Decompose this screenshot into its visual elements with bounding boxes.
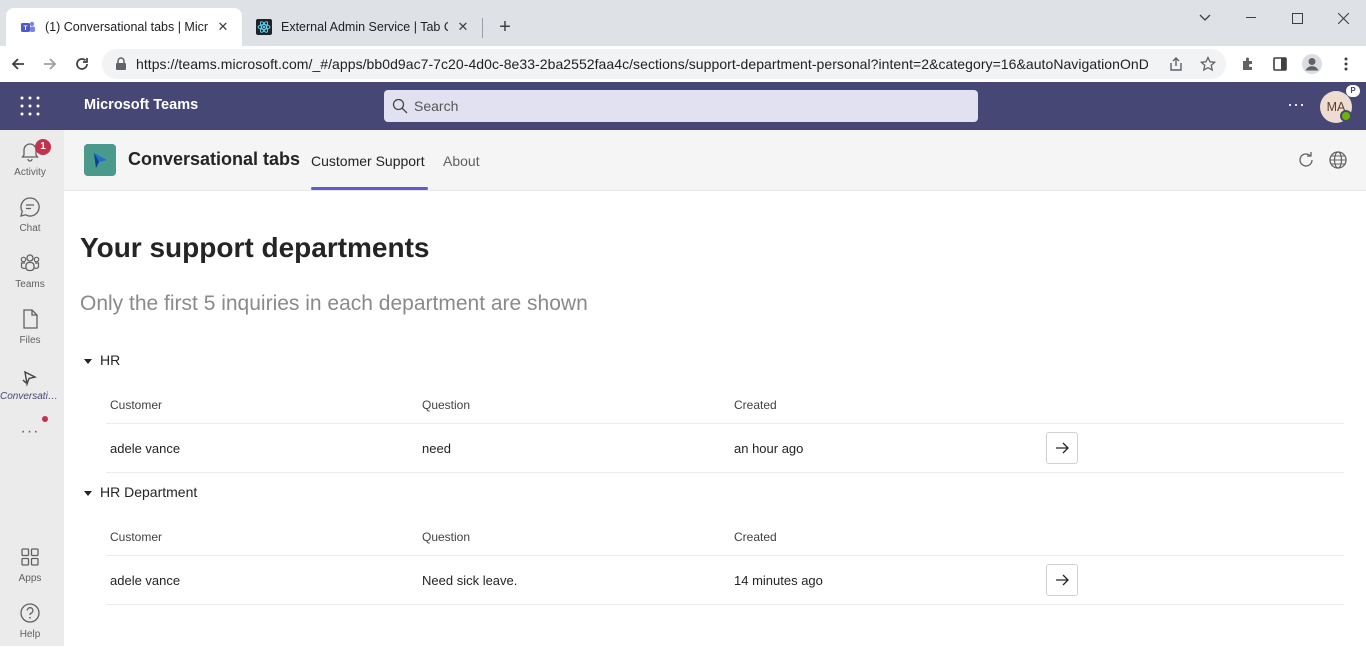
cell-customer: adele vance xyxy=(110,441,181,456)
refresh-icon[interactable] xyxy=(1296,150,1316,170)
svg-text:T: T xyxy=(24,25,28,32)
address-bar[interactable]: https://teams.microsoft.com/_#/apps/bb0d… xyxy=(102,49,1226,79)
notification-dot xyxy=(42,416,48,422)
search-box[interactable] xyxy=(384,90,978,122)
rail-item-label: Chat xyxy=(19,223,41,234)
department-name: HR Department xyxy=(100,484,198,500)
table-row[interactable]: adele vance need an hour ago xyxy=(106,425,1344,473)
table-header: Customer Question Created xyxy=(106,394,1344,424)
app-logo-icon xyxy=(84,144,116,176)
url-text: https://teams.microsoft.com/_#/apps/bb0d… xyxy=(136,56,1148,72)
more-options-icon[interactable]: ··· xyxy=(1284,94,1308,118)
rail-item-chat[interactable]: Chat xyxy=(0,190,60,242)
browser-toolbar: https://teams.microsoft.com/_#/apps/bb0d… xyxy=(0,46,1366,82)
cell-created: an hour ago xyxy=(734,441,804,456)
rail-item-label: Apps xyxy=(18,573,42,584)
browser-tab-title: (1) Conversational tabs | Microsoft Team… xyxy=(45,20,208,34)
page-subtitle: Only the first 5 inquiries in each depar… xyxy=(80,292,588,315)
file-icon xyxy=(23,309,38,329)
teams-favicon-icon: T xyxy=(21,21,35,32)
more-apps-icon[interactable]: ··· xyxy=(18,424,42,442)
column-header-customer: Customer xyxy=(110,530,163,544)
help-icon xyxy=(20,603,40,623)
column-header-customer: Customer xyxy=(110,398,163,412)
page-title: Your support departments xyxy=(80,232,430,263)
activity-count-badge: 1 xyxy=(35,139,51,155)
cell-created: 14 minutes ago xyxy=(734,573,823,588)
rail-item-label: Activity xyxy=(14,167,46,178)
browser-tab-admin-service[interactable]: External Admin Service | Tab Conversatio… xyxy=(242,8,482,46)
tab-customer-support[interactable]: Customer Support xyxy=(311,153,425,169)
presence-available-icon xyxy=(1340,110,1352,122)
react-favicon-icon xyxy=(256,19,272,35)
column-header-created: Created xyxy=(734,530,777,544)
close-tab-icon[interactable]: ✕ xyxy=(454,18,472,36)
globe-icon[interactable] xyxy=(1328,150,1348,170)
extensions-puzzle-icon[interactable] xyxy=(1236,52,1260,76)
active-tab-indicator xyxy=(311,187,428,190)
app-icon xyxy=(22,370,38,387)
app-rail: 1 Activity Chat Teams Files Conversation… xyxy=(0,130,64,646)
side-panel-icon[interactable] xyxy=(1268,52,1292,76)
close-window-icon[interactable] xyxy=(1320,6,1366,30)
tab-search-chevron-icon[interactable] xyxy=(1182,6,1228,30)
cell-question: need xyxy=(422,441,451,456)
rail-item-apps[interactable]: Apps xyxy=(0,540,60,592)
rail-item-teams[interactable]: Teams xyxy=(0,246,60,298)
rail-item-help[interactable]: Help xyxy=(0,596,60,648)
caret-down-icon[interactable] xyxy=(84,359,92,364)
rail-item-activity[interactable]: 1 Activity xyxy=(0,134,60,186)
chat-icon xyxy=(20,197,40,217)
teams-app-name: Microsoft Teams xyxy=(84,97,199,113)
cell-question: Need sick leave. xyxy=(422,573,518,588)
caret-down-icon[interactable] xyxy=(84,491,92,496)
search-icon xyxy=(392,98,408,114)
rail-item-files[interactable]: Files xyxy=(0,302,60,354)
teams-icon xyxy=(20,254,40,272)
minimize-window-icon[interactable] xyxy=(1228,6,1274,30)
rail-item-label: Teams xyxy=(15,279,45,290)
share-icon[interactable] xyxy=(1166,54,1186,74)
bookmark-star-icon[interactable] xyxy=(1198,54,1218,74)
table-row[interactable]: adele vance Need sick leave. 14 minutes … xyxy=(106,557,1344,605)
apps-icon xyxy=(21,548,39,566)
app-launcher-waffle-icon[interactable] xyxy=(20,96,40,116)
lock-icon xyxy=(116,57,126,70)
forward-arrow-icon[interactable] xyxy=(38,52,62,76)
rail-item-label: Files xyxy=(19,335,41,346)
maximize-window-icon[interactable] xyxy=(1274,6,1320,30)
cell-customer: adele vance xyxy=(110,573,181,588)
app-header: Conversational tabs Customer Support Abo… xyxy=(64,130,1366,191)
browser-tab-teams[interactable]: T (1) Conversational tabs | Microsoft Te… xyxy=(6,8,242,46)
tab-about[interactable]: About xyxy=(443,153,480,169)
preview-badge: P xyxy=(1346,85,1360,97)
arrow-right-icon xyxy=(1056,574,1069,586)
rail-item-label: Help xyxy=(19,629,41,640)
open-inquiry-button[interactable] xyxy=(1046,564,1078,596)
rail-item-label: Conversational tabs xyxy=(0,391,60,402)
back-arrow-icon[interactable] xyxy=(6,52,30,76)
rail-item-conversational-tabs[interactable]: Conversational tabs xyxy=(0,358,60,410)
column-header-question: Question xyxy=(422,398,471,412)
close-tab-icon[interactable]: ✕ xyxy=(214,18,232,36)
column-header-created: Created xyxy=(734,398,777,412)
teams-header: Microsoft Teams ··· MA P xyxy=(0,82,1366,130)
department-name: HR xyxy=(100,352,121,368)
browser-menu-icon[interactable] xyxy=(1334,52,1358,76)
arrow-right-icon xyxy=(1056,442,1069,454)
reload-icon[interactable] xyxy=(70,52,94,76)
table-header: Customer Question Created xyxy=(106,526,1344,556)
app-title: Conversational tabs xyxy=(128,149,301,169)
browser-tab-title: External Admin Service | Tab Conversatio… xyxy=(281,20,448,34)
profile-icon[interactable] xyxy=(1300,52,1324,76)
new-tab-button[interactable]: + xyxy=(494,16,516,38)
open-inquiry-button[interactable] xyxy=(1046,432,1078,464)
search-input[interactable] xyxy=(414,98,954,114)
browser-tab-strip: T (1) Conversational tabs | Microsoft Te… xyxy=(0,0,1366,46)
main-content: Your support departments Only the first … xyxy=(64,191,1366,646)
tab-separator xyxy=(482,18,483,38)
column-header-question: Question xyxy=(422,530,471,544)
